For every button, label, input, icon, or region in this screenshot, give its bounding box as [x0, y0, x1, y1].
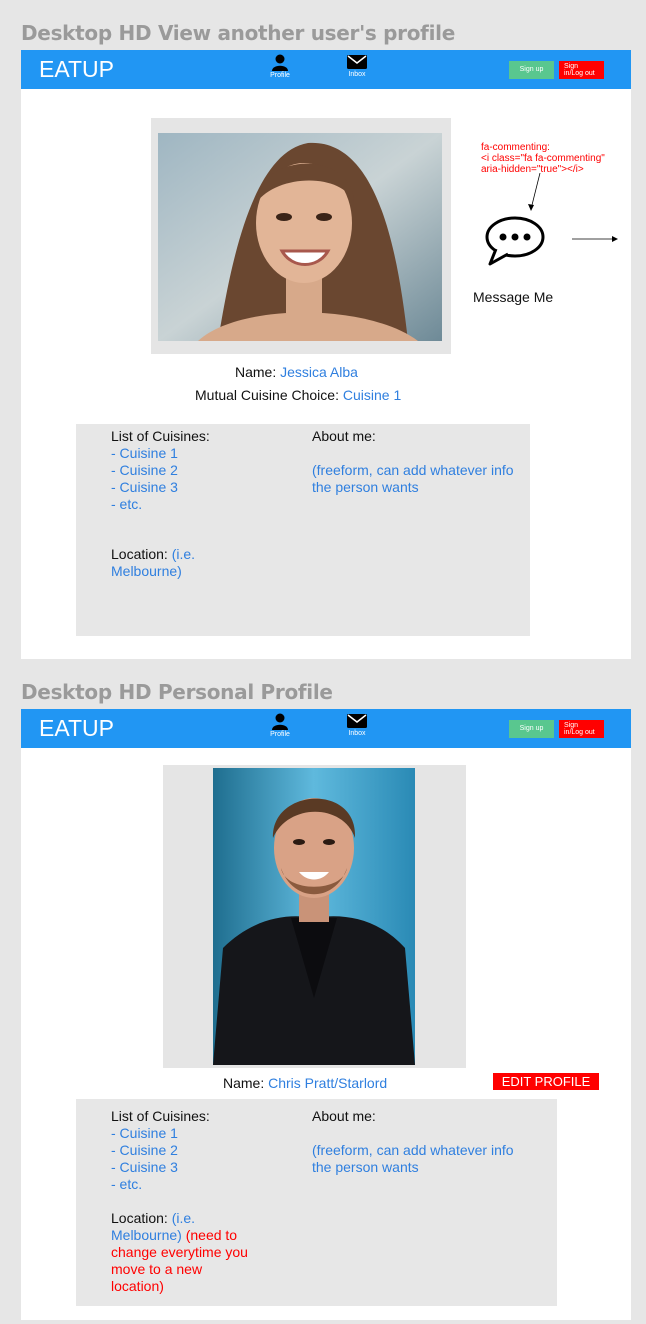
nav-inbox[interactable]: Inbox: [337, 713, 377, 737]
name-label: Name:: [235, 364, 281, 380]
cuisine-item: - etc.: [111, 1176, 143, 1192]
profile-photo: [213, 768, 415, 1065]
message-me-link[interactable]: Message Me: [473, 289, 553, 305]
about-column: About me: (freeform, can add whatever in…: [312, 1108, 527, 1176]
profile-view-frame: EATUP Profile Inbox Sign up Sign in/Log …: [21, 50, 631, 659]
name-label: Name:: [223, 1075, 269, 1091]
signup-button[interactable]: Sign up: [509, 720, 554, 738]
navbar: EATUP Profile Inbox Sign up Sign in/Log …: [21, 709, 631, 748]
about-text: (freeform, can add whatever info the per…: [312, 462, 514, 495]
cuisine-item: - Cuisine 3: [111, 1159, 178, 1175]
mutual-value: Cuisine 1: [342, 387, 402, 403]
mutual-label: Mutual Cuisine Choice:: [195, 387, 343, 403]
nav-profile-label: Profile: [270, 72, 290, 79]
profile-details-panel: List of Cuisines: - Cuisine 1 - Cuisine …: [76, 424, 530, 636]
nav-inbox[interactable]: Inbox: [337, 54, 377, 78]
nav-profile-label: Profile: [270, 731, 290, 738]
name-value: Jessica Alba: [280, 364, 358, 380]
signup-button[interactable]: Sign up: [509, 61, 554, 79]
cuisines-column: List of Cuisines: - Cuisine 1 - Cuisine …: [111, 1108, 291, 1193]
location-label: Location:: [111, 546, 172, 562]
location-field: Location: (i.e. Melbourne) (need to chan…: [111, 1210, 256, 1295]
envelope-icon: [347, 714, 367, 728]
navbar: EATUP Profile Inbox Sign up Sign in/Log …: [21, 50, 631, 89]
edit-profile-button[interactable]: EDIT PROFILE: [493, 1073, 599, 1090]
about-column: About me: (freeform, can add whatever in…: [312, 428, 527, 496]
cuisine-item: - Cuisine 3: [111, 479, 178, 495]
cuisine-item: - Cuisine 1: [111, 1125, 178, 1141]
user-icon: [272, 54, 288, 71]
location-label: Location:: [111, 1210, 172, 1226]
icon-annotation: fa-commenting: <i class="fa fa-commentin…: [481, 142, 605, 175]
signin-logout-button[interactable]: Sign in/Log out: [559, 61, 604, 79]
nav-profile[interactable]: Profile: [260, 713, 300, 738]
nav-inbox-label: Inbox: [348, 71, 366, 78]
envelope-icon: [347, 55, 367, 69]
cuisine-item: - Cuisine 2: [111, 1142, 178, 1158]
brand-logo[interactable]: EATUP: [39, 56, 114, 83]
cuisine-item: - Cuisine 1: [111, 445, 178, 461]
profile-photo: [158, 133, 442, 341]
cuisines-label: List of Cuisines:: [111, 428, 210, 444]
name-field: Name: Chris Pratt/Starlord: [223, 1075, 387, 1091]
brand-logo[interactable]: EATUP: [39, 715, 114, 742]
profile-details-panel: List of Cuisines: - Cuisine 1 - Cuisine …: [76, 1099, 557, 1306]
cuisines-column: List of Cuisines: - Cuisine 1 - Cuisine …: [111, 428, 291, 513]
frame-title: Desktop HD View another user's profile: [21, 21, 455, 45]
nav-inbox-label: Inbox: [348, 730, 366, 737]
about-label: About me:: [312, 428, 376, 444]
location-field: Location: (i.e. Melbourne): [111, 546, 221, 580]
signin-logout-button[interactable]: Sign in/Log out: [559, 720, 604, 738]
personal-profile-frame: EATUP Profile Inbox Sign up Sign in/Log …: [21, 709, 631, 1320]
about-text: (freeform, can add whatever info the per…: [312, 1142, 514, 1175]
profile-photo-frame: [151, 118, 451, 354]
cuisines-label: List of Cuisines:: [111, 1108, 210, 1124]
annotation-arrow: [528, 173, 541, 211]
nav-profile[interactable]: Profile: [260, 54, 300, 79]
mutual-cuisine-field: Mutual Cuisine Choice: Cuisine 1: [195, 387, 401, 403]
name-value: Chris Pratt/Starlord: [268, 1075, 388, 1091]
profile-photo-frame: [163, 765, 466, 1068]
commenting-icon[interactable]: [484, 216, 546, 268]
cuisine-item: - Cuisine 2: [111, 462, 178, 478]
cuisine-item: - etc.: [111, 496, 143, 512]
frame-title: Desktop HD Personal Profile: [21, 680, 333, 704]
flow-arrow: [572, 236, 618, 242]
user-icon: [272, 713, 288, 730]
about-label: About me:: [312, 1108, 376, 1124]
name-field: Name: Jessica Alba: [235, 364, 358, 380]
